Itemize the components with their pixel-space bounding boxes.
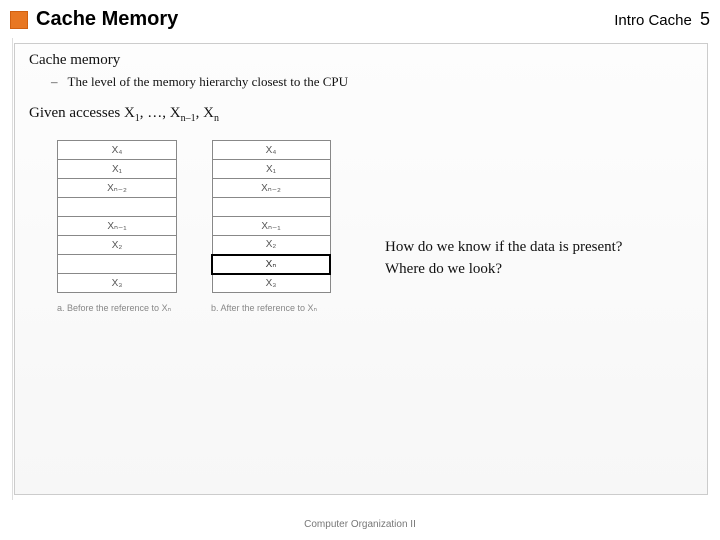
caption-before: a. Before the reference to Xₙ	[57, 303, 177, 314]
cell-a-7: X₃	[58, 274, 177, 293]
cache-before-column: X₄ X₁ Xₙ₋₂ Xₙ₋₁ X₂ X₃ a. Before the refe…	[57, 140, 177, 314]
sub-n: n	[214, 113, 219, 124]
header-bullet-icon	[10, 11, 28, 29]
header-right: Intro Cache 5	[614, 9, 710, 30]
cache-after-column: X₄ X₁ Xₙ₋₂ Xₙ₋₁ X₂ Xₙ X₃ b. After the re…	[211, 140, 331, 314]
subheading: Cache memory	[29, 52, 695, 69]
cache-before-table: X₄ X₁ Xₙ₋₂ Xₙ₋₁ X₂ X₃	[57, 140, 177, 293]
questions-block: How do we know if the data is present? W…	[385, 236, 622, 280]
content-panel: Cache memory – The level of the memory h…	[14, 43, 708, 495]
bullet-row: – The level of the memory hierarchy clos…	[51, 73, 695, 91]
cell-b-4: Xₙ₋₁	[212, 217, 330, 236]
diagram-row: X₄ X₁ Xₙ₋₂ Xₙ₋₁ X₂ X₃ a. Before the refe…	[57, 140, 695, 314]
cache-after-table: X₄ X₁ Xₙ₋₂ Xₙ₋₁ X₂ Xₙ X₃	[211, 140, 331, 293]
cell-a-5: X₂	[58, 236, 177, 255]
footer-text: Computer Organization II	[0, 519, 720, 530]
cell-a-1: X₁	[58, 160, 177, 179]
question-2: Where do we look?	[385, 258, 622, 280]
cell-b-0: X₄	[212, 141, 330, 160]
cell-a-6	[58, 255, 177, 274]
cell-a-0: X₄	[58, 141, 177, 160]
cell-b-3	[212, 198, 330, 217]
bullet-dash-icon: –	[51, 73, 58, 91]
cell-b-1: X₁	[212, 160, 330, 179]
given-mid1: , …, X	[140, 105, 181, 121]
cell-a-4: Xₙ₋₁	[58, 217, 177, 236]
given-accesses-line: Given accesses X1, …, Xn–1, Xn	[29, 105, 695, 124]
cell-b-2: Xₙ₋₂	[212, 179, 330, 198]
cell-b-6-highlight: Xₙ	[212, 255, 330, 274]
cell-a-2: Xₙ₋₂	[58, 179, 177, 198]
question-1: How do we know if the data is present?	[385, 236, 622, 258]
section-label: Intro Cache	[614, 12, 692, 29]
bullet-text: The level of the memory hierarchy closes…	[68, 73, 349, 91]
sub-nm1: n–1	[181, 113, 196, 124]
page-number: 5	[700, 9, 710, 29]
slide-title: Cache Memory	[36, 8, 614, 31]
cell-b-5: X₂	[212, 236, 330, 255]
slide-header: Cache Memory Intro Cache 5	[0, 0, 720, 37]
cell-a-3	[58, 198, 177, 217]
given-mid2: , X	[196, 105, 214, 121]
left-rule	[12, 38, 13, 500]
cell-b-7: X₃	[212, 274, 330, 293]
caption-after: b. After the reference to Xₙ	[211, 303, 331, 314]
given-prefix: Given accesses X	[29, 105, 135, 121]
